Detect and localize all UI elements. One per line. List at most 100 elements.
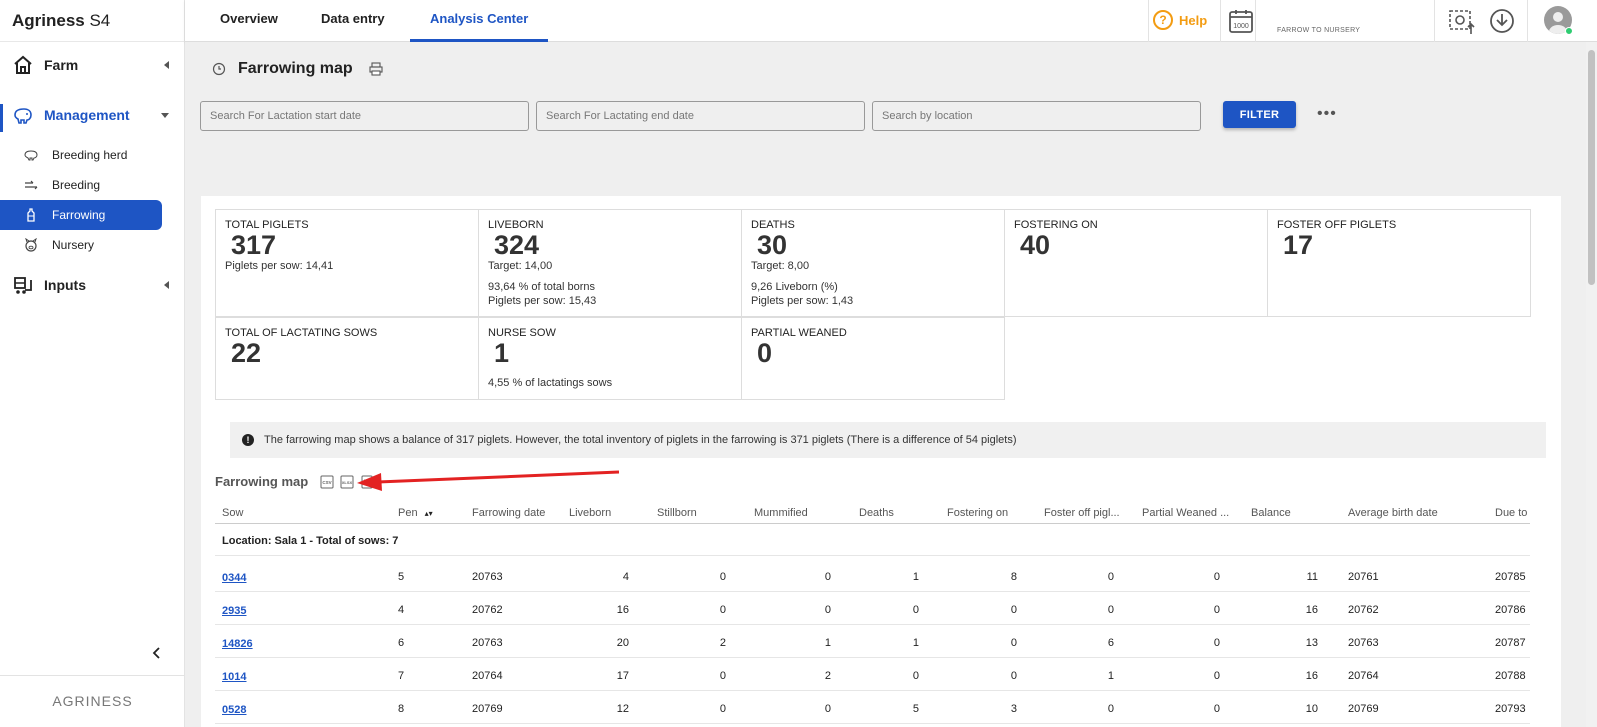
sow-link[interactable]: 0528 bbox=[222, 704, 246, 716]
cell-due: 20793 bbox=[1495, 703, 1526, 715]
sidebar-group-management[interactable]: Management bbox=[0, 102, 185, 128]
cell-pen: 6 bbox=[398, 637, 405, 649]
card-partial-weaned: PARTIAL WEANED 0 bbox=[741, 317, 1005, 400]
sidebar-item-label: Nursery bbox=[52, 238, 95, 252]
column-header-due-to[interactable]: Due to bbox=[1495, 507, 1527, 519]
card-detail: Piglets per sow: 1,43 bbox=[751, 295, 854, 307]
cell-pen: 7 bbox=[398, 670, 405, 682]
cell-fostering-on: 8 bbox=[1010, 571, 1017, 583]
sidebar-group-label: Management bbox=[44, 107, 130, 123]
search-location-input[interactable] bbox=[872, 101, 1201, 131]
sidebar-item-farrowing[interactable]: Farrowing bbox=[0, 200, 162, 230]
cell-avg-birth: 20761 bbox=[1348, 571, 1379, 583]
sidebar-item-label: Breeding bbox=[52, 178, 101, 192]
cell-pen: 5 bbox=[398, 571, 405, 583]
divider bbox=[1527, 0, 1528, 42]
card-liveborn: LIVEBORN 324 Target: 14,00 93,64 % of to… bbox=[478, 209, 742, 317]
brand-logo[interactable]: Agriness S4 bbox=[0, 0, 184, 42]
chevron-left-icon bbox=[164, 281, 169, 289]
help-icon: ? bbox=[1153, 10, 1173, 30]
cell-partial: 0 bbox=[1213, 670, 1220, 682]
export-csv-icon[interactable]: CSV bbox=[320, 475, 334, 489]
card-deaths: DEATHS 30 Target: 8,00 9,26 Liveborn (%)… bbox=[741, 209, 1005, 317]
card-value: 30 bbox=[757, 230, 788, 260]
page-title: Farrowing map bbox=[238, 60, 353, 77]
card-value: 317 bbox=[231, 230, 277, 260]
column-header-average-birth-date[interactable]: Average birth date bbox=[1348, 507, 1438, 519]
cell-farrowing: 20763 bbox=[472, 571, 503, 583]
help-label: Help bbox=[1179, 12, 1208, 28]
search-lactation-start-input[interactable] bbox=[200, 101, 529, 131]
card-title: FOSTER OFF PIGLETS bbox=[1277, 219, 1397, 231]
column-header-deaths[interactable]: Deaths bbox=[859, 507, 894, 519]
table-row: 14826 6 20763 20 2 1 1 0 6 0 13 20763 20787 bbox=[215, 625, 1530, 658]
sow-link[interactable]: 0344 bbox=[222, 572, 246, 584]
sidebar-item-breeding-herd[interactable]: Breeding herd bbox=[0, 140, 162, 170]
cell-farrowing: 20769 bbox=[472, 703, 503, 715]
cell-stillborn: 0 bbox=[719, 604, 726, 616]
cell-fostering-on: 0 bbox=[1010, 604, 1017, 616]
divider bbox=[1434, 0, 1435, 42]
cell-balance: 11 bbox=[1306, 571, 1318, 583]
cell-deaths: 0 bbox=[912, 604, 919, 616]
cell-liveborn: 12 bbox=[616, 703, 629, 715]
filter-button[interactable]: FILTER bbox=[1223, 101, 1296, 128]
camera-upload-icon[interactable] bbox=[1447, 6, 1477, 36]
column-header-stillborn[interactable]: Stillborn bbox=[657, 507, 697, 519]
cell-mummified: 1 bbox=[824, 637, 831, 649]
cell-partial: 0 bbox=[1213, 637, 1220, 649]
cell-foster-off: 1 bbox=[1107, 670, 1114, 682]
sidebar-item-breeding[interactable]: Breeding bbox=[0, 170, 162, 200]
download-icon[interactable] bbox=[1487, 6, 1517, 36]
sidebar-item-nursery[interactable]: Nursery bbox=[0, 230, 162, 260]
tab-overview[interactable]: Overview bbox=[220, 0, 278, 42]
chevron-left-icon bbox=[152, 647, 160, 659]
card-detail: Piglets per sow: 15,43 bbox=[488, 295, 597, 307]
column-header-fostering-on[interactable]: Fostering on bbox=[947, 507, 1008, 519]
column-header-mummified[interactable]: Mummified bbox=[754, 507, 808, 519]
cell-partial: 0 bbox=[1213, 571, 1220, 583]
tab-analysis-center[interactable]: Analysis Center bbox=[410, 0, 549, 42]
search-lactating-end-input[interactable] bbox=[536, 101, 865, 131]
card-detail: 93,64 % of total borns bbox=[488, 281, 596, 293]
chevron-left-icon bbox=[164, 61, 169, 69]
print-icon[interactable] bbox=[369, 62, 383, 76]
sow-link[interactable]: 1014 bbox=[222, 671, 246, 683]
tab-data-entry[interactable]: Data entry bbox=[321, 0, 385, 42]
cell-foster-off: 0 bbox=[1107, 703, 1114, 715]
sidebar-group-farm[interactable]: Farm bbox=[0, 52, 185, 78]
column-header-foster-off[interactable]: Foster off pigl... bbox=[1044, 507, 1120, 519]
collapse-sidebar-button[interactable] bbox=[150, 646, 164, 660]
more-options-button[interactable]: ••• bbox=[1317, 105, 1337, 123]
card-value: 0 bbox=[757, 338, 773, 368]
main-content: Farrowing map FILTER ••• TOTAL PIGLETS 3… bbox=[185, 42, 1597, 727]
info-banner: ! The farrowing map shows a balance of 3… bbox=[230, 422, 1546, 458]
cell-foster-off: 6 bbox=[1107, 637, 1114, 649]
cell-farrowing: 20764 bbox=[472, 670, 503, 682]
card-detail: Piglets per sow: 14,41 bbox=[225, 260, 334, 272]
column-header-partial-weaned[interactable]: Partial Weaned ... bbox=[1142, 507, 1229, 519]
column-header-sow[interactable]: Sow bbox=[222, 507, 243, 519]
column-header-label: Pen bbox=[398, 507, 418, 519]
cell-stillborn: 2 bbox=[719, 637, 726, 649]
sow-link[interactable]: 2935 bbox=[222, 605, 246, 617]
farm-icon bbox=[12, 54, 34, 76]
cell-balance: 16 bbox=[1305, 604, 1318, 616]
section-title: Farrowing map bbox=[215, 474, 309, 489]
scrollbar-thumb[interactable] bbox=[1588, 50, 1595, 285]
cell-pen: 4 bbox=[398, 604, 405, 616]
cell-mummified: 0 bbox=[824, 703, 831, 715]
column-header-farrowing-date[interactable]: Farrowing date bbox=[472, 507, 545, 519]
column-header-balance[interactable]: Balance bbox=[1251, 507, 1291, 519]
help-button[interactable]: ? Help bbox=[1153, 10, 1207, 30]
cell-farrowing: 20763 bbox=[472, 637, 503, 649]
calendar-icon[interactable]: 1000 bbox=[1228, 8, 1254, 34]
back-history-icon[interactable] bbox=[212, 62, 226, 76]
chevron-down-icon bbox=[161, 113, 169, 118]
sidebar-group-inputs[interactable]: Inputs bbox=[0, 272, 185, 298]
annotation-arrow bbox=[357, 470, 620, 491]
sow-link[interactable]: 14826 bbox=[222, 638, 253, 650]
column-header-pen[interactable]: Pen ▴▾ bbox=[398, 507, 433, 519]
column-header-liveborn[interactable]: Liveborn bbox=[569, 507, 611, 519]
card-target: Target: 14,00 bbox=[488, 260, 553, 272]
